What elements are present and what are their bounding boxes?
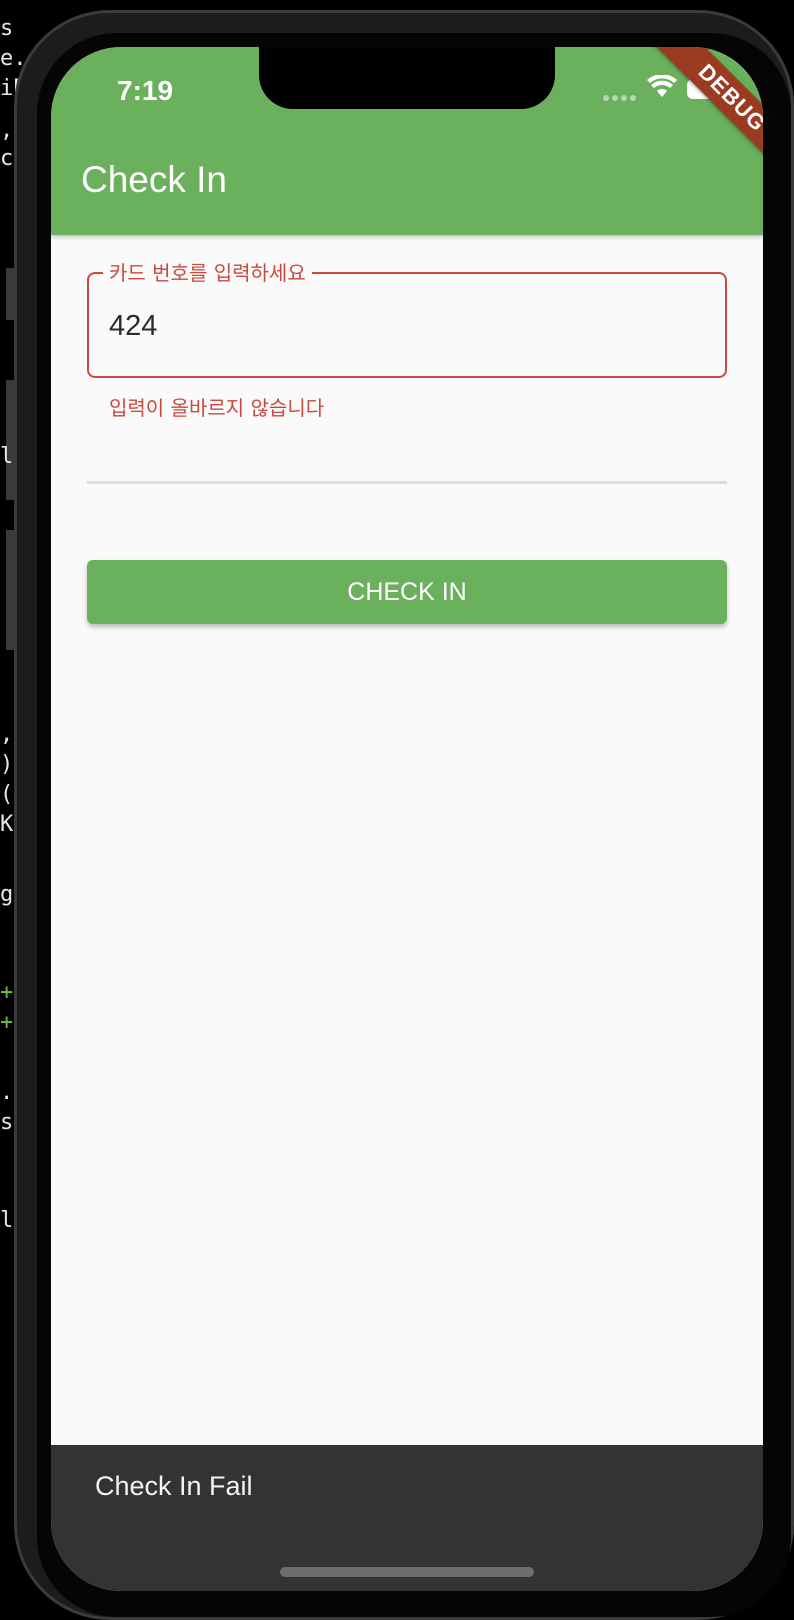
editor-line: s [0,1110,14,1135]
home-indicator[interactable] [280,1567,534,1577]
wifi-icon [647,75,677,97]
editor-line: + [0,1010,14,1035]
app-screen: 7:19 DEBUG Check In 카드 번호를 입력하세요 입력이 올바르… [51,47,763,1591]
device-notch [259,47,555,109]
editor-line: , [0,118,14,143]
editor-line: K [0,812,14,837]
card-number-label: 카드 번호를 입력하세요 [103,257,312,286]
status-time: 7:19 [117,75,174,106]
app-bar: 7:19 DEBUG Check In [51,47,763,235]
editor-line: ( [0,782,14,807]
page-title: Check In [81,159,228,200]
editor-line: ) [0,752,14,777]
card-number-field[interactable]: 카드 번호를 입력하세요 [87,257,727,378]
editor-line: g [0,882,14,907]
editor-line: , [0,722,14,747]
cellular-signal-icon [603,95,637,103]
editor-line: l [0,1208,14,1233]
divider [87,481,727,484]
debug-banner: DEBUG [652,47,763,178]
editor-line: . [0,1080,14,1105]
editor-line: + [0,980,14,1005]
check-in-button[interactable]: CHECK IN [87,560,727,624]
field-error-message: 입력이 올바르지 않습니다 [109,396,325,420]
snackbar-message: Check In Fail [95,1471,253,1501]
card-number-input[interactable] [109,304,699,348]
editor-line: s [0,16,14,41]
editor-line: l [0,444,14,469]
editor-line: c [0,146,14,171]
